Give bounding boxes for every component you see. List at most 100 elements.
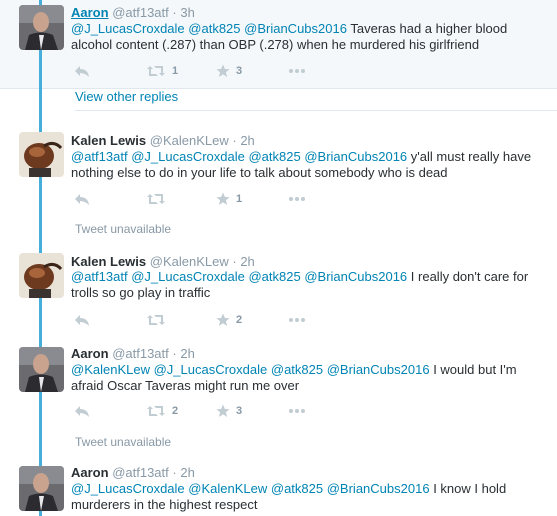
more-icon (288, 317, 306, 323)
favorite-button[interactable]: 3 (216, 401, 242, 421)
reply-button[interactable] (74, 310, 90, 330)
tweet-text: @atf13atf @J_LucasCroxdale @atk825 @Bria… (71, 269, 541, 301)
tweet-text: @atf13atf @J_LucasCroxdale @atk825 @Bria… (71, 149, 541, 181)
retweet-button[interactable]: 1 (146, 61, 178, 81)
author-handle[interactable]: @atf13atf (112, 465, 169, 480)
mention[interactable]: @BrianCubs2016 (304, 149, 407, 164)
retweet-icon (146, 192, 166, 206)
tweet-text: @J_LucasCroxdale @atk825 @BrianCubs2016 … (71, 21, 541, 53)
separator: · (172, 465, 177, 480)
author-handle[interactable]: @atf13atf (112, 346, 169, 361)
mention[interactable]: @J_LucasCroxdale (154, 362, 268, 377)
mention[interactable]: @J_LucasCroxdale (71, 21, 185, 36)
mention[interactable]: @BrianCubs2016 (244, 21, 347, 36)
reply-icon (74, 404, 90, 418)
avatar[interactable] (19, 253, 64, 298)
author-name[interactable]: Aaron (71, 346, 109, 361)
more-button[interactable] (288, 189, 306, 209)
reply-button[interactable] (74, 189, 90, 209)
tweet-actions: 2 (71, 310, 371, 330)
avatar[interactable] (19, 466, 64, 511)
favorite-count: 3 (236, 65, 243, 77)
more-icon (288, 68, 306, 74)
mention[interactable]: @KalenKLew (71, 362, 150, 377)
more-button[interactable] (288, 61, 306, 81)
mention[interactable]: @BrianCubs2016 (327, 362, 430, 377)
mention[interactable]: @atk825 (271, 362, 323, 377)
mention[interactable]: @atf13atf (71, 149, 128, 164)
favorite-button[interactable]: 2 (216, 310, 242, 330)
mention[interactable]: @atf13atf (71, 269, 128, 284)
favorite-button[interactable]: 3 (216, 61, 242, 81)
mention[interactable]: @atk825 (188, 21, 240, 36)
mention[interactable]: @J_LucasCroxdale (71, 481, 185, 496)
author-name[interactable]: Aaron (71, 465, 109, 480)
retweet-button[interactable]: 2 (146, 401, 178, 421)
mention[interactable]: @KalenKLew (188, 481, 267, 496)
star-icon (216, 404, 230, 418)
favorite-count: 2 (236, 314, 243, 326)
tweet-header: Kalen Lewis @KalenKLew · 2h (71, 133, 255, 149)
mention[interactable]: @J_LucasCroxdale (131, 269, 245, 284)
tweet-header: Aaron @atf13atf · 2h (71, 465, 195, 481)
author-handle[interactable]: @atf13atf (112, 5, 169, 20)
timestamp[interactable]: 2h (240, 133, 254, 148)
retweet-icon (146, 404, 166, 418)
mention[interactable]: @BrianCubs2016 (327, 481, 430, 496)
author-handle[interactable]: @KalenKLew (150, 254, 229, 269)
tweet-actions: 1 3 (71, 61, 371, 81)
timestamp[interactable]: 2h (180, 465, 194, 480)
reply-icon (74, 192, 90, 206)
mention[interactable]: @atk825 (271, 481, 323, 496)
star-icon (216, 313, 230, 327)
divider (75, 110, 557, 111)
view-other-replies-link[interactable]: View other replies (75, 89, 178, 104)
tweet-text: @J_LucasCroxdale @KalenKLew @atk825 @Bri… (71, 481, 541, 513)
avatar[interactable] (19, 132, 64, 177)
tweet-unavailable-notice: Tweet unavailable (75, 222, 172, 236)
favorite-count: 3 (236, 405, 243, 417)
favorite-button[interactable]: 1 (216, 189, 242, 209)
mention[interactable]: @J_LucasCroxdale (131, 149, 245, 164)
author-name[interactable]: Aaron (71, 5, 109, 20)
reply-button[interactable] (74, 61, 90, 81)
more-button[interactable] (288, 401, 306, 421)
separator: · (232, 133, 237, 148)
more-button[interactable] (288, 310, 306, 330)
tweet-header: Aaron @atf13atf · 3h (71, 5, 195, 21)
retweet-icon (146, 313, 166, 327)
timestamp[interactable]: 3h (180, 5, 194, 20)
retweet-count: 1 (172, 65, 179, 77)
reply-icon (74, 64, 90, 78)
tweet-actions: 1 (71, 189, 371, 209)
mention[interactable]: @BrianCubs2016 (304, 269, 407, 284)
reply-icon (74, 313, 90, 327)
retweet-button[interactable] (146, 310, 172, 330)
separator: · (232, 254, 237, 269)
author-handle[interactable]: @KalenKLew (150, 133, 229, 148)
star-icon (216, 192, 230, 206)
separator: · (172, 5, 177, 20)
separator: · (172, 346, 177, 361)
retweet-icon (146, 64, 166, 78)
timestamp[interactable]: 2h (180, 346, 194, 361)
more-icon (288, 196, 306, 202)
author-name[interactable]: Kalen Lewis (71, 254, 146, 269)
tweet-actions: 2 3 (71, 401, 371, 421)
star-icon (216, 64, 230, 78)
avatar[interactable] (19, 5, 64, 50)
avatar[interactable] (19, 347, 64, 392)
timestamp[interactable]: 2h (240, 254, 254, 269)
more-icon (288, 408, 306, 414)
retweet-count: 2 (172, 405, 179, 417)
tweet-text: @KalenKLew @J_LucasCroxdale @atk825 @Bri… (71, 362, 541, 394)
tweet-unavailable-notice: Tweet unavailable (75, 435, 172, 449)
tweet-header: Kalen Lewis @KalenKLew · 2h (71, 254, 255, 270)
mention[interactable]: @atk825 (248, 149, 300, 164)
tweet-header: Aaron @atf13atf · 2h (71, 346, 195, 362)
favorite-count: 1 (236, 193, 243, 205)
retweet-button[interactable] (146, 189, 172, 209)
reply-button[interactable] (74, 401, 90, 421)
mention[interactable]: @atk825 (248, 269, 300, 284)
author-name[interactable]: Kalen Lewis (71, 133, 146, 148)
